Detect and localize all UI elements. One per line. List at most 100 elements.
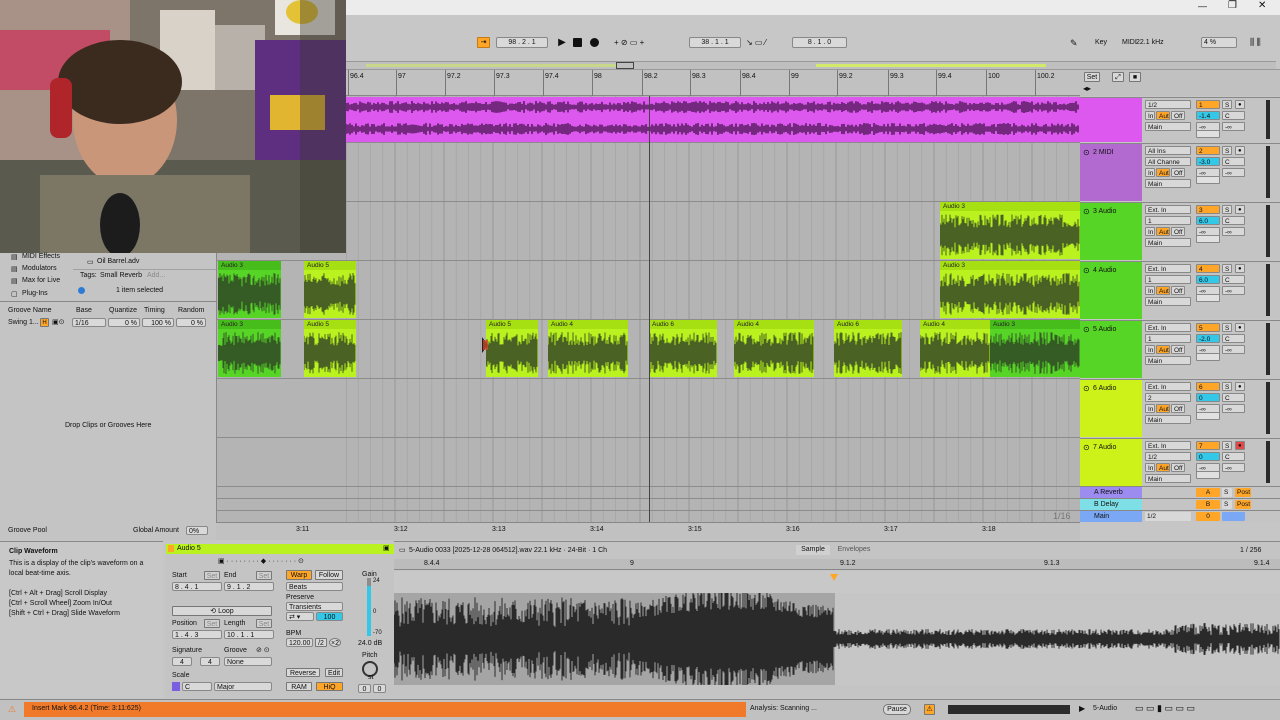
audio-clip[interactable]: Audio 3: [218, 261, 281, 318]
send-b-value[interactable]: -∞: [1222, 227, 1245, 236]
pitch-fine[interactable]: 0: [373, 684, 386, 693]
sample-ruler[interactable]: 8.4.4 9 9.1.2 9.1.3 9.1.4: [394, 559, 1280, 570]
volume-value[interactable]: 6.0: [1196, 275, 1220, 284]
routing-select[interactable]: Main: [1145, 297, 1191, 306]
preserve-select[interactable]: Transients: [286, 602, 343, 611]
track-activator[interactable]: 4: [1196, 264, 1220, 273]
track-name[interactable]: 6 Audio: [1093, 385, 1116, 392]
alert-button[interactable]: ⚠: [924, 704, 935, 715]
pause-button[interactable]: Pause: [883, 704, 911, 715]
clip-activator-icon[interactable]: [168, 545, 174, 552]
expand-icon[interactable]: ⤢: [1112, 72, 1124, 82]
status-view-icons[interactable]: ▭ ▭ ▮ ▭ ▭ ▭: [1135, 703, 1195, 714]
monitor-in-button[interactable]: In: [1145, 286, 1155, 295]
routing-select[interactable]: Main: [1145, 474, 1191, 483]
monitor-in-button[interactable]: In: [1145, 404, 1155, 413]
double-tempo-button[interactable]: ×2: [329, 638, 341, 647]
browser-item-midi-effects[interactable]: MIDI Effects: [22, 253, 60, 260]
audio-clip[interactable]: Audio 5: [486, 320, 538, 377]
status-track-name[interactable]: 5-Audio: [1093, 705, 1117, 712]
solo-button[interactable]: S: [1222, 323, 1232, 332]
stop-button[interactable]: [573, 38, 582, 47]
routing-select[interactable]: Ext. In: [1145, 382, 1191, 391]
audio-clip[interactable]: Audio 3: [990, 320, 1080, 377]
arm-button[interactable]: ●: [1235, 146, 1245, 155]
groove-row[interactable]: Swing 1... H ▣⊙ 1/16 0 % 100 % 0 %: [0, 318, 216, 328]
return-track-header[interactable]: B Delay: [1080, 498, 1142, 510]
track-header[interactable]: 2 MIDI ⊙: [1080, 143, 1142, 201]
minimize-icon[interactable]: —: [1198, 1, 1207, 11]
return-activator[interactable]: A: [1196, 488, 1220, 497]
half-tempo-button[interactable]: /2: [315, 638, 327, 647]
clip-save-icon[interactable]: ▣: [383, 544, 390, 552]
monitor-auto-button[interactable]: Auto: [1156, 404, 1170, 413]
routing-select[interactable]: Main: [1145, 356, 1191, 365]
send-a-value[interactable]: -∞: [1196, 227, 1220, 236]
track-header[interactable]: 4 Audio ⊙: [1080, 261, 1142, 319]
audio-clip[interactable]: Audio 5: [304, 261, 356, 318]
monitor-auto-button[interactable]: Auto: [1156, 227, 1170, 236]
loop-button[interactable]: ⟲ Loop: [172, 606, 272, 616]
monitor-in-button[interactable]: In: [1145, 168, 1155, 177]
browser-item-max-for-live[interactable]: Max for Live: [22, 277, 60, 284]
send-b-value[interactable]: -∞: [1222, 122, 1245, 131]
audio-clip[interactable]: Audio 6: [649, 320, 717, 377]
track-activator[interactable]: 5: [1196, 323, 1220, 332]
transient-amount[interactable]: 100: [316, 612, 343, 621]
send-a-value[interactable]: -∞: [1196, 463, 1220, 472]
monitor-off-button[interactable]: Off: [1171, 168, 1185, 177]
return-solo-button[interactable]: S: [1222, 488, 1232, 497]
track-fold-icon[interactable]: ⊙: [1083, 325, 1090, 334]
return-track-header[interactable]: Main: [1080, 510, 1142, 522]
return-activator[interactable]: 0: [1196, 512, 1220, 521]
groove-icons[interactable]: ⊘ ⊙: [256, 646, 270, 654]
track-header[interactable]: 3 Audio ⊙: [1080, 202, 1142, 260]
routing-select[interactable]: Main: [1145, 122, 1191, 131]
arm-button[interactable]: ●: [1235, 382, 1245, 391]
track-name[interactable]: 4 Audio: [1093, 267, 1116, 274]
track-activator[interactable]: 7: [1196, 441, 1220, 450]
set-button[interactable]: Set: [1084, 72, 1100, 82]
length-set-button[interactable]: Set: [256, 619, 272, 628]
track-fold-icon[interactable]: ⊙: [1083, 148, 1090, 157]
routing-select[interactable]: Ext. In: [1145, 323, 1191, 332]
solo-button[interactable]: S: [1222, 146, 1232, 155]
pan-value[interactable]: C: [1222, 275, 1245, 284]
track-header[interactable]: 6 Audio ⊙: [1080, 379, 1142, 437]
routing-select[interactable]: All Ins: [1145, 146, 1191, 155]
routing-select[interactable]: 1/2: [1145, 100, 1191, 109]
send-b-value[interactable]: -∞: [1222, 168, 1245, 177]
tab-envelopes[interactable]: Envelopes: [834, 545, 874, 555]
lock-icon[interactable]: ■: [1129, 72, 1141, 82]
volume-value[interactable]: -3.0: [1196, 157, 1220, 166]
hiq-button[interactable]: HiQ: [316, 682, 343, 691]
record-button[interactable]: [590, 38, 599, 47]
follow-toggle[interactable]: ⇥: [477, 37, 490, 48]
bpm-value[interactable]: 120.00: [286, 638, 313, 647]
monitor-auto-button[interactable]: Auto: [1156, 286, 1170, 295]
tag-small-reverb[interactable]: Small Reverb: [100, 272, 142, 279]
track-activator[interactable]: 2: [1196, 146, 1220, 155]
time-ruler[interactable]: 3:11 3:12 3:13 3:14 3:15 3:16 3:17 3:18: [216, 522, 1080, 540]
send-b-value[interactable]: -∞: [1222, 404, 1245, 413]
routing-select[interactable]: Ext. In: [1145, 205, 1191, 214]
pan-value[interactable]: C: [1222, 393, 1245, 402]
audio-clip[interactable]: Audio 6: [834, 320, 902, 377]
monitor-off-button[interactable]: Off: [1171, 463, 1185, 472]
arm-button[interactable]: ●: [1235, 205, 1245, 214]
scale-icon[interactable]: [172, 682, 180, 691]
monitor-in-button[interactable]: In: [1145, 227, 1155, 236]
audio-clip[interactable]: Audio 3: [940, 202, 1080, 259]
ram-button[interactable]: RAM: [286, 682, 312, 691]
solo-button[interactable]: S: [1222, 205, 1232, 214]
loop-length-display[interactable]: 8 . 1 . 0: [792, 37, 847, 48]
position-value[interactable]: 1 . 4 . 3: [172, 630, 222, 639]
arm-button[interactable]: ●: [1235, 100, 1245, 109]
routing-select[interactable]: Main: [1145, 238, 1191, 247]
routing-select[interactable]: 1/2: [1145, 452, 1191, 461]
clip-title-bar[interactable]: Audio 5 ▣: [166, 544, 394, 554]
clip-groove-select[interactable]: None: [224, 657, 272, 666]
monitor-off-button[interactable]: Off: [1171, 404, 1185, 413]
audio-clip[interactable]: Audio 4: [548, 320, 628, 377]
routing-select[interactable]: Main: [1145, 179, 1191, 188]
